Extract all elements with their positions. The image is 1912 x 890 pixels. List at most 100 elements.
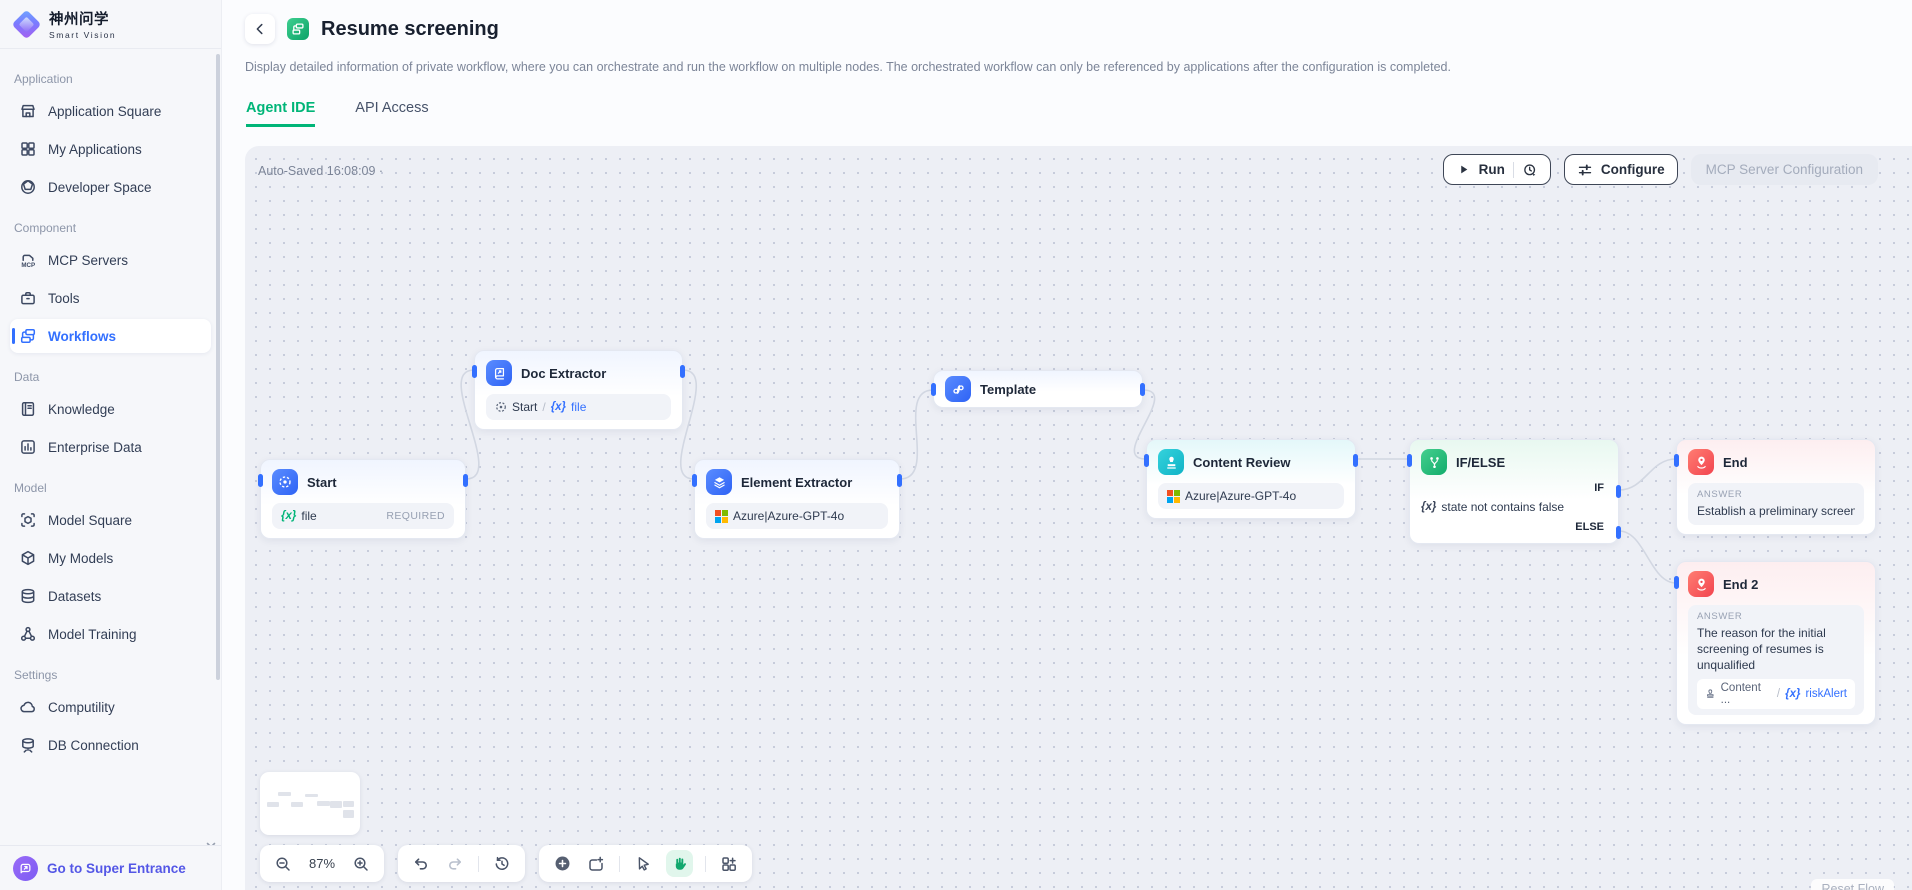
branch-icon	[1421, 449, 1447, 475]
super-entrance[interactable]: Go to Super Entrance	[0, 845, 221, 890]
node-if-else[interactable]: IF/ELSE IF {x} state not contains false …	[1409, 439, 1619, 544]
editing-tools	[539, 845, 752, 882]
zoom-in-button[interactable]	[350, 853, 372, 875]
sidebar-item-label: My Applications	[48, 142, 142, 157]
zoom-out-button[interactable]	[272, 853, 294, 875]
handle-target[interactable]	[931, 383, 936, 396]
ref-node-name: Start	[512, 400, 537, 414]
storefront-icon	[19, 102, 37, 120]
variable-icon: {x}	[281, 510, 296, 522]
sidebar-item-knowledge[interactable]: Knowledge	[10, 392, 211, 426]
zoom-out-icon	[274, 855, 292, 873]
sidebar-item-mcp-servers[interactable]: MCP MCP Servers	[10, 243, 211, 277]
node-content-review[interactable]: Content Review Azure|Azure-GPT-4o	[1146, 439, 1356, 519]
sidebar-scrollbar[interactable]	[216, 54, 220, 680]
node-doc-extractor[interactable]: Doc Extractor Start / {x} file	[474, 350, 683, 430]
back-button[interactable]	[245, 14, 275, 44]
redo-button[interactable]	[444, 853, 466, 875]
sidebar-item-tools[interactable]: Tools	[10, 281, 211, 315]
handle-target[interactable]	[692, 474, 697, 487]
reset-flow-label[interactable]: Reset Flow	[1811, 879, 1894, 890]
sidebar-item-enterprise-data[interactable]: Enterprise Data	[10, 430, 211, 464]
autosave-status: Auto-Saved 16:08:09 ·	[258, 164, 383, 178]
sidebar-item-workflows[interactable]: Workflows	[10, 319, 211, 353]
configure-button[interactable]: Configure	[1564, 154, 1678, 185]
handle-target[interactable]	[1674, 576, 1679, 589]
minimap[interactable]	[260, 772, 360, 835]
sidebar-item-model-training[interactable]: Model Training	[10, 617, 211, 651]
history-controls	[398, 845, 525, 882]
configure-label: Configure	[1601, 162, 1665, 177]
ref-node-name: Content ...	[1721, 682, 1772, 706]
node-end[interactable]: End ANSWER Establish a preliminary scree…	[1676, 439, 1876, 535]
workflow-badge-icon	[287, 18, 309, 40]
sidebar-item-my-models[interactable]: My Models	[10, 541, 211, 575]
canvas-toolbar: 87%	[260, 845, 752, 882]
handle-source-if[interactable]	[1616, 485, 1621, 498]
tab-agent-ide[interactable]: Agent IDE	[246, 100, 315, 127]
sidebar-item-datasets[interactable]: Datasets	[10, 579, 211, 613]
handle-source[interactable]	[1140, 383, 1145, 396]
sidebar-item-developer-space[interactable]: Developer Space	[10, 170, 211, 204]
ref-variable-name: file	[571, 400, 586, 414]
handle-source[interactable]	[897, 474, 902, 487]
answer-label: ANSWER	[1697, 489, 1855, 500]
handle-target[interactable]	[472, 365, 477, 378]
sidebar-item-computility[interactable]: Computility	[10, 690, 211, 724]
stamp-icon	[1158, 449, 1184, 475]
variable-icon: {x}	[1421, 501, 1436, 513]
handle-target[interactable]	[1674, 454, 1679, 467]
mcp-server-configuration-button[interactable]: MCP Server Configuration	[1691, 154, 1878, 185]
handle-source[interactable]	[463, 474, 468, 487]
undo-button[interactable]	[410, 853, 432, 875]
sidebar-item-label: Knowledge	[48, 402, 115, 417]
sidebar-item-db-connection[interactable]: DB Connection	[10, 728, 211, 762]
start-variable-row: {x} file REQUIRED	[272, 503, 454, 529]
sidebar-item-my-applications[interactable]: My Applications	[10, 132, 211, 166]
auto-layout-button[interactable]	[718, 853, 740, 875]
scheduled-run-icon[interactable]	[1522, 162, 1538, 178]
answer-text: Establish a preliminary screening	[1697, 503, 1855, 519]
tab-api-access[interactable]: API Access	[355, 100, 428, 127]
handle-source-else[interactable]	[1616, 526, 1621, 539]
run-button[interactable]: Run	[1443, 154, 1551, 185]
server-icon	[19, 736, 37, 754]
tab-bar: Agent IDE API Access	[246, 100, 429, 127]
handle-target[interactable]	[1144, 454, 1149, 467]
pointer-tool-button[interactable]	[632, 853, 654, 875]
sphere-icon	[19, 178, 37, 196]
handle-source[interactable]	[1353, 454, 1358, 467]
play-icon	[1456, 162, 1471, 177]
variable-name: file	[301, 509, 316, 523]
required-badge: REQUIRED	[386, 510, 445, 522]
workflow-canvas[interactable]: Auto-Saved 16:08:09 · Run Configure MCP …	[245, 146, 1912, 890]
sidebar-item-label: Tools	[48, 291, 80, 306]
node-title: Start	[307, 475, 337, 490]
node-element-extractor[interactable]: Element Extractor Azure|Azure-GPT-4o	[694, 459, 900, 539]
handle-source[interactable]	[680, 365, 685, 378]
version-history-button[interactable]	[491, 853, 513, 875]
svg-text:MCP: MCP	[21, 262, 35, 269]
hand-tool-button[interactable]	[666, 850, 693, 877]
add-node-button[interactable]	[551, 853, 573, 875]
hand-icon	[671, 855, 688, 872]
sidebar-item-label: Workflows	[48, 329, 116, 344]
end-pin-icon	[1688, 449, 1714, 475]
sidebar-item-application-square[interactable]: Application Square	[10, 94, 211, 128]
handle-target[interactable]	[258, 474, 263, 487]
super-entrance-chat-icon	[13, 856, 38, 881]
sidebar-item-model-square[interactable]: Model Square	[10, 503, 211, 537]
model-row: Azure|Azure-GPT-4o	[1158, 483, 1344, 509]
node-end-2[interactable]: End 2 ANSWER The reason for the initial …	[1676, 561, 1876, 725]
add-note-button[interactable]	[585, 853, 607, 875]
database-icon	[19, 587, 37, 605]
mcp-icon: MCP	[19, 251, 37, 269]
answer-box: ANSWER The reason for the initial screen…	[1688, 605, 1864, 715]
node-start[interactable]: Start {x} file REQUIRED	[260, 459, 466, 539]
notebook-icon	[19, 400, 37, 418]
bar-chart-icon	[19, 438, 37, 456]
handle-target[interactable]	[1407, 454, 1412, 467]
node-template[interactable]: Template	[933, 370, 1143, 408]
node-title: Doc Extractor	[521, 366, 606, 381]
variable-icon: {x}	[551, 401, 566, 413]
